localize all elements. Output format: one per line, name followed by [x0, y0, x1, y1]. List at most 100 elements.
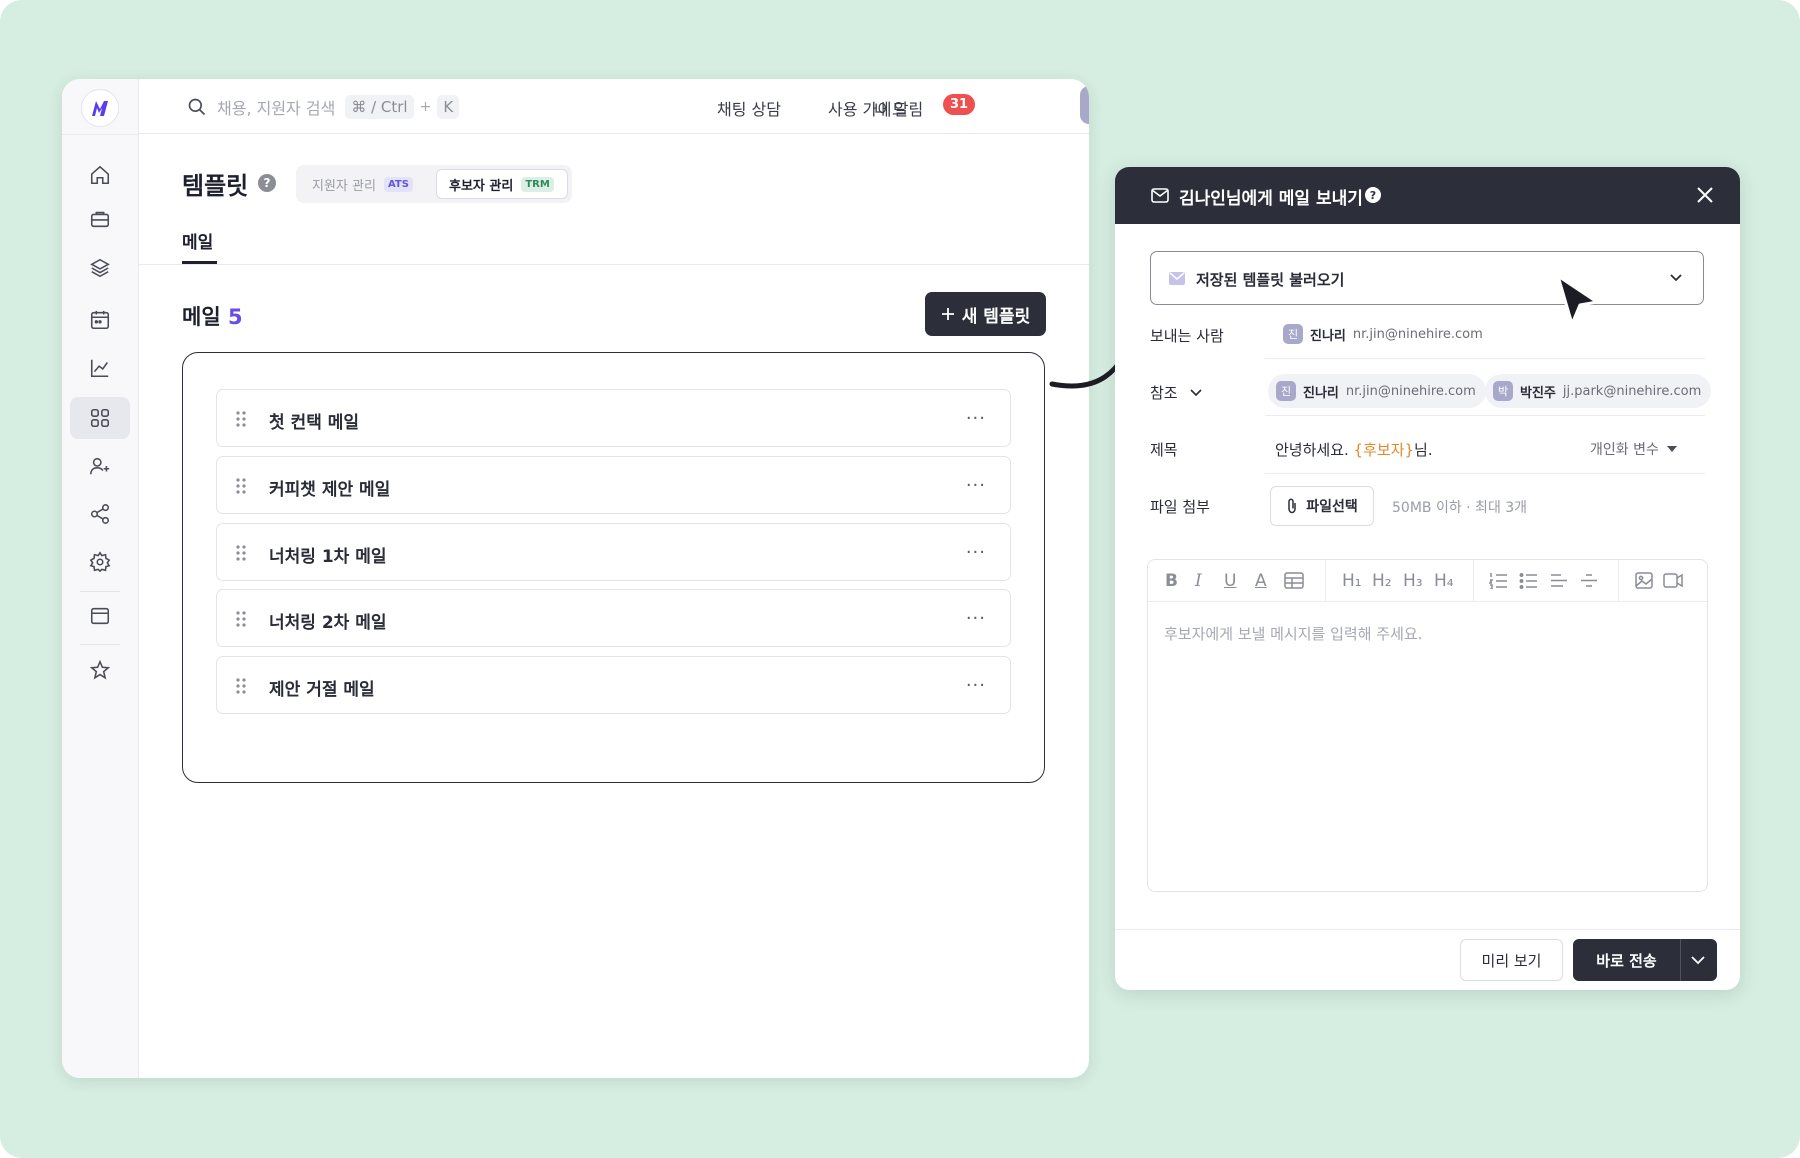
list-item[interactable]: 제안 거절 메일 ··· — [216, 656, 1011, 714]
drag-handle-icon[interactable] — [235, 477, 247, 495]
drag-handle-icon[interactable] — [235, 410, 247, 428]
sidebar-item-settings[interactable] — [70, 541, 130, 583]
file-select-label: 파일선택 — [1306, 499, 1358, 515]
italic-button[interactable]: I — [1195, 571, 1202, 591]
chevron-down-icon[interactable] — [1690, 953, 1706, 967]
image-icon[interactable] — [1635, 572, 1653, 589]
share-icon — [90, 504, 110, 524]
tab-divider — [139, 264, 1089, 265]
cc-chip[interactable]: 박 박진주 jj.park@ninehire.com — [1485, 374, 1712, 408]
sidebar-item-jobs[interactable] — [70, 198, 130, 240]
sidebar-item-home[interactable] — [70, 154, 130, 196]
avatar[interactable]: 김 — [1080, 86, 1089, 124]
list-item[interactable]: 첫 컨택 메일 ··· — [216, 389, 1011, 447]
field-divider — [1265, 473, 1705, 474]
sidebar-divider — [62, 134, 139, 135]
text-color-button[interactable]: A — [1255, 571, 1267, 591]
notifications-link[interactable]: 내 알림 — [874, 96, 923, 120]
more-icon[interactable]: ··· — [966, 675, 986, 696]
personal-variable-dropdown[interactable]: 개인화 변수 — [1590, 439, 1677, 459]
message-input[interactable]: 후보자에게 보낼 메시지를 입력해 주세요. — [1164, 623, 1422, 644]
table-icon[interactable] — [1284, 572, 1304, 589]
avatar: 진 — [1283, 324, 1303, 344]
search-bar[interactable]: 채용, 지원자 검색 ⌘ / Ctrl + K — [187, 93, 460, 121]
gear-icon — [89, 551, 111, 573]
list-item[interactable]: 커피챗 제안 메일 ··· — [216, 456, 1011, 514]
tab-mail[interactable]: 메일 — [182, 228, 213, 253]
send-now-label: 바로 전송 — [1596, 951, 1657, 970]
sidebar-item-window[interactable] — [70, 595, 130, 637]
sidebar-item-calendar[interactable] — [70, 299, 130, 341]
divider-icon[interactable] — [1580, 572, 1598, 589]
file-select-button[interactable]: 파일선택 — [1270, 486, 1374, 526]
list-item[interactable]: 너처링 2차 메일 ··· — [216, 589, 1011, 647]
sidebar-item-templates[interactable] — [70, 397, 130, 439]
avatar: 박 — [1493, 381, 1513, 401]
message-editor: B I U A H₁ H₂ H₃ H₄ 후보자에게 보낼 메시지를 입력해 주세… — [1147, 559, 1708, 892]
subject-text: 안녕하세요. — [1275, 441, 1354, 459]
preview-button[interactable]: 미리 보기 — [1460, 939, 1563, 981]
chat-support-link[interactable]: 채팅 상담 — [717, 96, 781, 120]
cc-email: nr.jin@ninehire.com — [1345, 383, 1476, 399]
align-left-icon[interactable] — [1550, 572, 1568, 589]
more-icon[interactable]: ··· — [966, 408, 986, 429]
modal-footer-divider — [1115, 929, 1740, 930]
ordered-list-icon[interactable] — [1489, 572, 1508, 589]
search-input[interactable]: 채용, 지원자 검색 — [217, 95, 335, 119]
cc-chip[interactable]: 진 진나리 nr.jin@ninehire.com — [1268, 374, 1486, 408]
more-icon[interactable]: ··· — [966, 608, 986, 629]
sidebar-item-share[interactable] — [70, 493, 130, 535]
field-divider — [1265, 415, 1705, 416]
more-icon[interactable]: ··· — [966, 542, 986, 563]
sidebar-separator — [80, 644, 120, 645]
sidebar-item-members[interactable] — [70, 445, 130, 487]
bold-button[interactable]: B — [1165, 571, 1178, 591]
new-template-label: 새 템플릿 — [961, 306, 1031, 327]
more-icon[interactable]: ··· — [966, 475, 986, 496]
briefcase-icon — [90, 211, 110, 228]
sidebar-item-pipeline[interactable] — [70, 247, 130, 289]
heading-4-button[interactable]: H₄ — [1434, 571, 1454, 591]
template-select-label: 저장된 템플릿 불러오기 — [1196, 271, 1345, 289]
help-icon[interactable]: ? — [1365, 187, 1381, 203]
logo[interactable] — [81, 89, 119, 127]
list-item[interactable]: 너처링 1차 메일 ··· — [216, 523, 1011, 581]
cc-name: 박진주 — [1520, 385, 1556, 401]
subject-variable: {후보자} — [1353, 441, 1415, 459]
bullet-list-icon[interactable] — [1519, 572, 1538, 589]
logo-icon — [92, 101, 108, 116]
sidebar-item-analytics[interactable] — [70, 347, 130, 389]
mouse-cursor-icon — [1556, 274, 1599, 326]
segment-label: 후보자 관리 — [449, 178, 514, 194]
top-bar: 채용, 지원자 검색 ⌘ / Ctrl + K 채팅 상담 사용 가이드 내 알… — [139, 79, 1089, 134]
heading-2-button[interactable]: H₂ — [1372, 571, 1392, 591]
grid-icon — [90, 408, 110, 428]
trm-tag: TRM — [521, 176, 554, 192]
subject-label: 제목 — [1150, 441, 1178, 459]
new-template-button[interactable]: 새 템플릿 — [925, 292, 1046, 336]
template-name: 제안 거절 메일 — [269, 680, 375, 700]
cc-toggle[interactable]: 참조 — [1150, 382, 1202, 403]
segment-applicant-management[interactable]: 지원자 관리 ATS — [300, 169, 425, 199]
drag-handle-icon[interactable] — [235, 610, 247, 628]
drag-handle-icon[interactable] — [235, 544, 247, 562]
help-icon[interactable]: ? — [258, 174, 276, 192]
heading-3-button[interactable]: H₃ — [1403, 571, 1423, 591]
toolbar-separator — [1473, 560, 1474, 602]
sidebar-item-favorites[interactable] — [70, 649, 130, 691]
sidebar — [62, 79, 139, 1078]
segment-candidate-management[interactable]: 후보자 관리 TRM — [436, 169, 568, 199]
underline-button[interactable]: U — [1224, 571, 1236, 591]
search-icon — [188, 98, 206, 116]
video-icon[interactable] — [1663, 573, 1683, 588]
template-select[interactable]: 저장된 템플릿 불러오기 — [1150, 251, 1704, 305]
subject-input[interactable]: 안녕하세요. {후보자}님. — [1275, 439, 1433, 460]
sender-chip: 진 진나리 nr.jin@ninehire.com — [1275, 317, 1493, 351]
heading-1-button[interactable]: H₁ — [1342, 571, 1362, 591]
send-now-button[interactable]: 바로 전송 — [1573, 939, 1717, 981]
toolbar-separator — [1618, 560, 1619, 602]
shortcut-key: K — [437, 95, 460, 119]
drag-handle-icon[interactable] — [235, 677, 247, 695]
close-icon[interactable] — [1696, 186, 1714, 204]
modal-title: 김나인님에게 메일 보내기 — [1179, 189, 1363, 209]
